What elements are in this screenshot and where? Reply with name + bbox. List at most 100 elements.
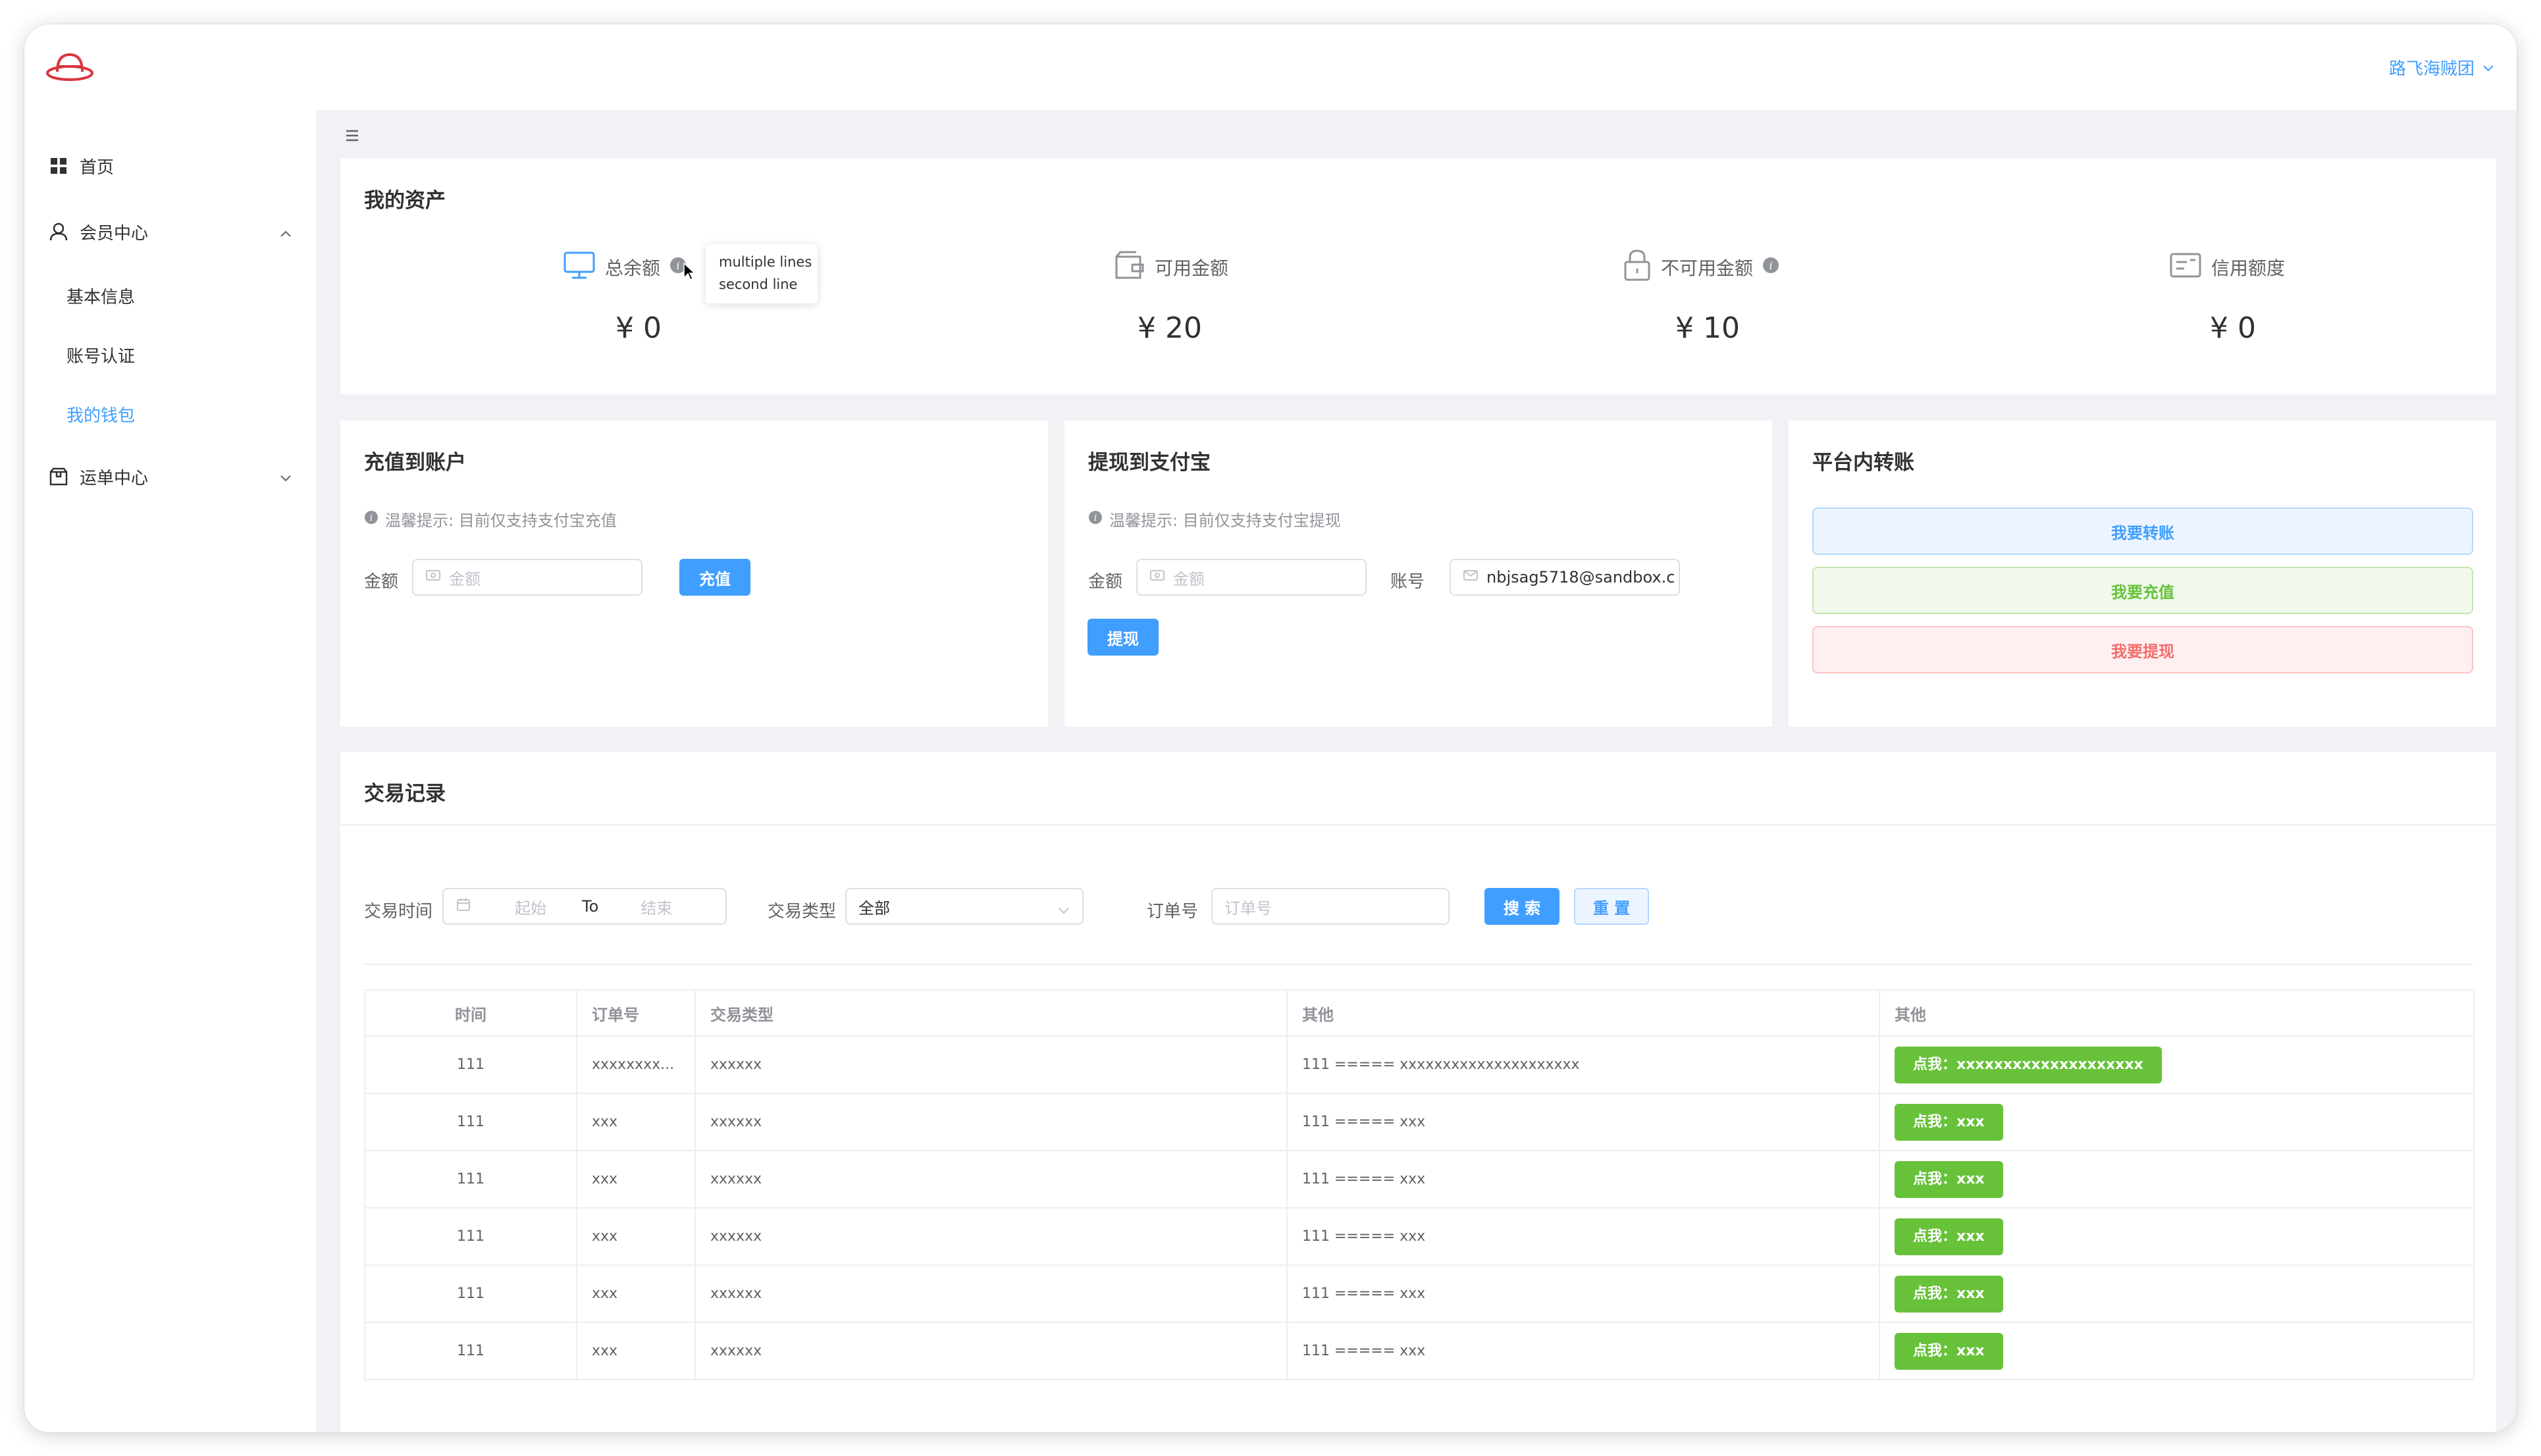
assets-title: 我的资产 — [364, 189, 446, 213]
info-icon[interactable]: i — [1762, 257, 1779, 278]
money-icon — [1149, 567, 1165, 587]
cell-type: xxxxxx — [694, 1265, 1288, 1323]
sidebar-item-account-verify[interactable]: 账号认证 — [24, 326, 316, 383]
svg-text:i: i — [1094, 513, 1097, 523]
cell-order: xxx — [576, 1322, 696, 1380]
column-header: 其他 — [1879, 989, 2475, 1037]
row-action-button[interactable]: 点我：xxx — [1895, 1103, 2003, 1141]
sidebar-item-waybill-center[interactable]: 运单中心 — [24, 447, 316, 506]
mouse-cursor-icon — [683, 261, 696, 286]
info-icon: i — [364, 510, 379, 529]
stat-label: 可用金额 — [1155, 257, 1229, 279]
recharge-shortcut-button[interactable]: 我要充值 — [1812, 567, 2473, 614]
tooltip-line: second line — [719, 276, 798, 292]
account-value: nbjsag5718@sandbox.c — [1486, 568, 1675, 586]
cell-other: 111 ===== xxx — [1286, 1151, 1880, 1209]
sidebar-item-member-center[interactable]: 会员中心 — [24, 202, 316, 261]
cell-order: xxxxxxxx... — [576, 1036, 696, 1094]
cell-other: 111 ===== xxx — [1286, 1208, 1880, 1266]
sidebar-item-label: 我的钱包 — [66, 405, 136, 426]
cell-action: 点我：xxx — [1879, 1208, 2475, 1266]
cell-action: 点我：xxx — [1879, 1265, 2475, 1323]
wallet-icon — [1114, 250, 1145, 285]
sidebar-item-my-wallet[interactable]: 我的钱包 — [24, 386, 316, 442]
recharge-amount-input[interactable]: 金额 — [412, 559, 642, 596]
cell-other: 111 ===== xxx — [1286, 1322, 1880, 1380]
stat-available-amount: 可用金额 ¥ 20 — [1114, 251, 1377, 345]
org-dropdown[interactable]: 路飞海贼团 — [2389, 49, 2494, 85]
tip-text: 温馨提示: 目前仅支持支付宝充值 — [385, 511, 617, 530]
stat-label: 不可用金额 — [1661, 257, 1754, 279]
cell-order: xxx — [576, 1093, 696, 1151]
hat-logo-icon[interactable] — [45, 49, 94, 87]
monitor-icon — [563, 251, 596, 284]
reset-button[interactable]: 重 置 — [1574, 888, 1649, 925]
chevron-up-icon — [279, 223, 292, 243]
withdraw-button[interactable]: 提现 — [1087, 619, 1159, 656]
row-action-button[interactable]: 点我：xxx — [1895, 1160, 2003, 1198]
withdraw-card: 提现到支付宝 i 温馨提示: 目前仅支持支付宝提现 金额 金额 账号 nbjsa… — [1064, 421, 1772, 727]
sidebar-item-label: 运单中心 — [80, 468, 149, 488]
transfer-button[interactable]: 我要转账 — [1812, 507, 2473, 555]
recharge-title: 充值到账户 — [364, 451, 466, 475]
cell-order: xxx — [576, 1151, 696, 1209]
row-action-button[interactable]: 点我：xxx — [1895, 1218, 2003, 1255]
time-filter-label: 交易时间 — [364, 902, 433, 922]
search-button[interactable]: 搜 索 — [1484, 888, 1559, 925]
main-content: 我的资产 总余额 i ¥ 0 可用金额 ¥ 20 不可用金额 i ¥ 10 信用… — [316, 110, 2517, 1432]
order-number-input[interactable]: 订单号 — [1211, 888, 1450, 925]
cell-action: 点我：xxx — [1879, 1151, 2475, 1209]
sidebar-item-label: 账号认证 — [66, 346, 136, 367]
withdraw-shortcut-button[interactable]: 我要提现 — [1812, 626, 2473, 673]
cell-type: xxxxxx — [694, 1036, 1288, 1094]
svg-text:i: i — [370, 513, 373, 523]
column-header: 交易类型 — [694, 989, 1288, 1037]
grid-icon — [48, 155, 69, 176]
cell-type: xxxxxx — [694, 1093, 1288, 1151]
chevron-down-icon — [279, 468, 292, 488]
tip-text: 温馨提示: 目前仅支持支付宝提现 — [1109, 511, 1341, 530]
stat-label: 总余额 — [605, 257, 661, 279]
row-action-button[interactable]: 点我：xxxxxxxxxxxxxxxxxxxx — [1895, 1046, 2162, 1083]
chevron-down-icon — [2482, 57, 2494, 77]
row-action-button[interactable]: 点我：xxx — [1895, 1275, 2003, 1313]
transfer-title: 平台内转账 — [1812, 451, 1914, 475]
column-header: 订单号 — [576, 989, 696, 1037]
cell-type: xxxxxx — [694, 1208, 1288, 1266]
start-date-placeholder: 起始 — [515, 898, 546, 918]
row-action-button[interactable]: 点我：xxx — [1895, 1332, 2003, 1370]
svg-text:i: i — [676, 259, 679, 272]
app-window: 路飞海贼团 首页 会员中心 基本信息 账号认证 我的钱包 运单中心 我的资产 总… — [24, 24, 2517, 1432]
cell-other: 111 ===== xxx — [1286, 1265, 1880, 1323]
menu-collapse-icon[interactable] — [345, 127, 359, 147]
recharge-tip: i 温馨提示: 目前仅支持支付宝充值 — [364, 507, 617, 531]
cell-time: 111 — [364, 1208, 577, 1266]
sidebar-item-label: 首页 — [80, 157, 115, 178]
cell-action: 点我：xxxxxxxxxxxxxxxxxxxx — [1879, 1036, 2475, 1094]
sidebar-item-home[interactable]: 首页 — [24, 136, 316, 195]
range-separator: To — [582, 897, 599, 916]
type-select-value: 全部 — [858, 898, 890, 918]
money-icon — [425, 567, 441, 587]
sidebar-item-basic-info[interactable]: 基本信息 — [24, 267, 316, 324]
column-header: 时间 — [364, 989, 577, 1037]
stat-unavailable-amount: 不可用金额 i ¥ 10 — [1623, 249, 1886, 345]
amount-placeholder: 金额 — [1173, 569, 1205, 588]
sidebar-item-label: 基本信息 — [66, 287, 136, 307]
table-row: 111 xxx xxxxxx 111 ===== xxx 点我：xxx — [364, 1322, 2475, 1380]
order-placeholder: 订单号 — [1224, 898, 1272, 918]
withdraw-amount-input[interactable]: 金额 — [1136, 559, 1367, 596]
table-row: 111 xxx xxxxxx 111 ===== xxx 点我：xxx — [364, 1093, 2475, 1151]
calendar-icon — [456, 897, 471, 916]
tooltip-line: multiple lines — [719, 254, 812, 270]
stat-value: ¥ 10 — [1675, 311, 1740, 345]
card-icon — [2169, 252, 2202, 283]
table-row: 111 xxx xxxxxx 111 ===== xxx 点我：xxx — [364, 1265, 2475, 1323]
alipay-account-input[interactable]: nbjsag5718@sandbox.c — [1450, 559, 1680, 596]
withdraw-title: 提现到支付宝 — [1088, 451, 1211, 475]
transfer-card: 平台内转账 我要转账 我要充值 我要提现 — [1789, 421, 2496, 727]
recharge-button[interactable]: 充值 — [679, 559, 750, 596]
date-range-picker[interactable]: 起始 To 结束 — [442, 888, 727, 925]
type-select[interactable]: 全部 — [845, 888, 1084, 925]
account-label: 账号 — [1390, 572, 1425, 592]
